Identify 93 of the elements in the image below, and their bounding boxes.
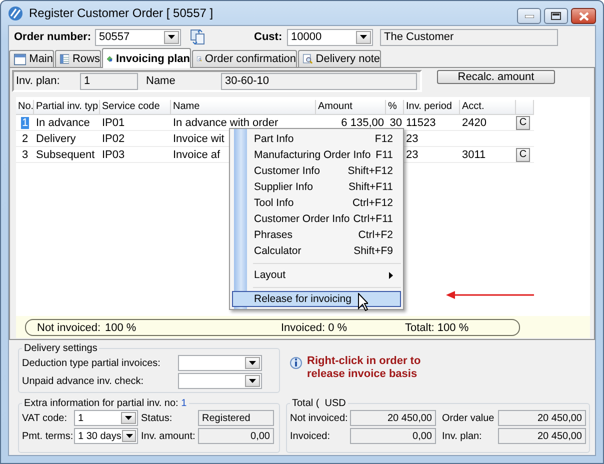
field-label: Order value — [442, 412, 496, 424]
menu-item[interactable]: Tool Info Ctrl+F12 — [232, 195, 401, 211]
field-label: Inv. plan: — [442, 430, 483, 442]
info-icon — [290, 355, 303, 371]
vat-code-dropdown[interactable]: 1 — [74, 410, 138, 426]
field-label: Not invoiced: — [290, 412, 349, 424]
table-cell: Subsequent — [34, 147, 100, 163]
row-number[interactable]: 2 — [20, 132, 30, 144]
summary-label: Not invoiced: — [37, 322, 102, 334]
menu-item[interactable]: Layout — [232, 267, 401, 283]
menu-item[interactable]: Calculator Shift+F9 — [232, 243, 401, 259]
column-header[interactable]: Inv. period — [404, 100, 460, 115]
row-number[interactable]: 3 — [20, 148, 30, 160]
plan-name-field[interactable]: 30-60-10 — [221, 72, 417, 90]
menu-item[interactable]: Release for invoicing — [232, 291, 401, 307]
inv-plan-field[interactable]: 1 — [80, 72, 138, 90]
minimize-icon — [524, 14, 534, 18]
recalc-amount-button[interactable]: Recalc. amount — [437, 70, 555, 84]
menu-item[interactable]: Customer Info Shift+F12 — [232, 163, 401, 179]
not-invoiced-field[interactable]: 20 450,00 — [350, 410, 436, 426]
menu-item[interactable]: Phrases Ctrl+F2 — [232, 227, 401, 243]
tab[interactable]: Order confirmation — [192, 50, 297, 67]
field-label: Inv. amount: — [141, 430, 196, 442]
column-header[interactable]: Partial inv. typ — [34, 100, 100, 115]
column-header[interactable]: Acct. — [460, 100, 516, 115]
documents-icon — [190, 29, 206, 45]
app-icon — [8, 6, 23, 20]
summary-value: 100 % — [105, 322, 138, 334]
mouse-pointer-icon — [358, 293, 368, 311]
close-button[interactable] — [571, 8, 596, 24]
caret-icon — [249, 379, 256, 383]
table-cell: IP03 — [100, 147, 171, 163]
caret-icon — [249, 361, 256, 365]
order-value-field[interactable]: 20 450,00 — [498, 410, 586, 426]
group-title: Delivery settings — [23, 343, 98, 354]
column-header[interactable]: Name — [171, 100, 316, 115]
caret-icon — [126, 434, 133, 438]
partial-invoice-number: 1 — [181, 398, 187, 409]
submenu-arrow-icon — [389, 272, 393, 278]
caret-icon — [168, 35, 175, 39]
document-search-icon — [303, 52, 313, 66]
field-label: Order number: — [14, 31, 92, 43]
tab[interactable]: Invoicing plan — [102, 48, 191, 68]
field-label: Unpaid advance inv. check: — [22, 376, 145, 386]
arrow-icon — [446, 291, 534, 299]
hint-text: Right-click in order to release invoice basis — [307, 355, 422, 381]
maximize-button[interactable] — [544, 8, 568, 24]
field-label: Cust: — [254, 31, 284, 43]
window-icon — [14, 52, 26, 66]
close-icon — [578, 12, 588, 20]
field-label: Deduction type partial invoices: — [22, 358, 162, 368]
row-button[interactable]: C — [516, 116, 530, 130]
caret-icon — [360, 35, 367, 39]
minimize-button[interactable] — [517, 8, 541, 24]
caret-icon — [125, 416, 132, 420]
tab[interactable]: Rows — [55, 50, 101, 67]
customer-name-field[interactable]: The Customer — [380, 28, 558, 46]
table-icon — [60, 52, 70, 66]
field-label: Status: — [141, 412, 174, 424]
table-cell: IP01 — [100, 115, 171, 131]
field-label: Name — [146, 75, 176, 87]
window-title: Register Customer Order [ 50557 ] — [29, 6, 214, 20]
field-label: VAT code: — [22, 412, 68, 424]
field-label: Invoiced: — [290, 430, 332, 442]
tab[interactable]: Delivery note — [298, 50, 381, 67]
dropdown[interactable] — [178, 373, 262, 389]
field-label: Pmt. terms: — [22, 430, 74, 442]
summary-value: Totalt: 100 % — [405, 322, 469, 334]
column-header[interactable]: Service code — [100, 100, 171, 115]
row-button[interactable]: C — [516, 148, 530, 162]
inv-amount-field[interactable]: 0,00 — [198, 428, 274, 444]
table-cell: 11523 — [404, 115, 460, 131]
inv-plan-total-field[interactable]: 20 450,00 — [498, 428, 586, 444]
menu-item[interactable]: Customer Order Info Ctrl+F11 — [232, 211, 401, 227]
table-cell: Delivery — [34, 131, 100, 147]
field-label: Inv. plan: — [16, 75, 61, 87]
group-title: Total ( USD — [291, 398, 347, 409]
tab[interactable]: Main — [9, 50, 54, 67]
column-header[interactable]: Amount — [316, 100, 386, 115]
column-header[interactable]: No. — [16, 100, 34, 115]
group-title: Extra information for partial inv. no: — [24, 398, 178, 409]
order-number-dropdown[interactable]: 50557 — [95, 28, 181, 46]
summary-value: Invoiced: 0 % — [281, 322, 348, 334]
maximize-icon — [551, 12, 561, 20]
column-header[interactable]: % — [386, 100, 404, 115]
invoiced-field[interactable]: 0,00 — [350, 428, 436, 444]
dropdown[interactable] — [178, 355, 262, 371]
customer-dropdown[interactable]: 10000 — [287, 28, 373, 46]
table-cell: IP02 — [100, 131, 171, 147]
status-field[interactable]: Registered — [198, 410, 274, 426]
payment-terms-dropdown[interactable]: 1 30 days — [74, 428, 138, 444]
menu-item[interactable]: Supplier Info Shift+F11 — [232, 179, 401, 195]
table-cell: In advance — [34, 115, 100, 131]
